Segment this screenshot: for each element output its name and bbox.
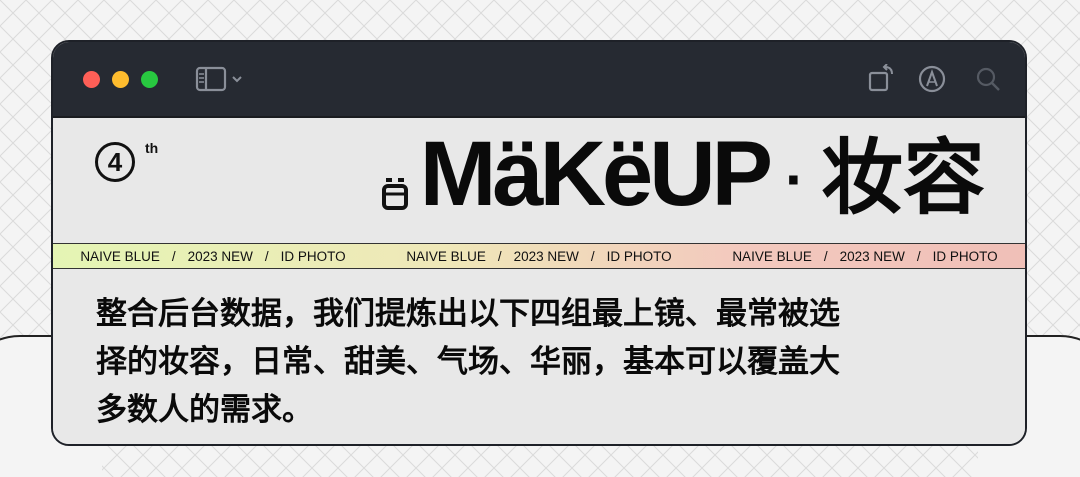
title-separator: · (785, 146, 805, 213)
description-text: 整合后台数据，我们提炼出以下四组最上镜、最常被选 择的妆容，日常、甜美、气场、华… (96, 290, 996, 434)
page-title: MäKëUP · 妆容 (380, 128, 985, 220)
cup-icon (381, 178, 408, 210)
ticker-year: 2023 NEW (187, 248, 253, 264)
rotate-icon[interactable] (865, 64, 897, 94)
ticker-banner: NAIVE BLUE / 2023 NEW / ID PHOTO NAIVE B… (53, 243, 1025, 269)
ticker-group: NAIVE BLUE / 2023 NEW / ID PHOTO (406, 249, 671, 264)
ticker-separator: / (916, 248, 921, 264)
ticker-year: 2023 NEW (513, 248, 579, 264)
description-line: 整合后台数据，我们提炼出以下四组最上镜、最常被选 (96, 296, 840, 332)
sidebar-icon[interactable] (195, 64, 247, 94)
ticker-separator: / (497, 248, 502, 264)
ticker-brand: NAIVE BLUE (732, 248, 812, 264)
markup-icon[interactable] (916, 64, 948, 94)
section-number-suffix: th (145, 140, 159, 156)
app-window: 4 th MäKëUP · 妆容 NAIVE BLUE / 2023 NEW /… (51, 40, 1027, 446)
ticker-separator: / (590, 248, 595, 264)
section-number-badge: 4 (95, 142, 135, 182)
title-english: MäKëUP (419, 123, 773, 225)
ticker-brand: NAIVE BLUE (80, 248, 160, 264)
ticker-group: NAIVE BLUE / 2023 NEW / ID PHOTO (732, 249, 997, 264)
ticker-separator: / (171, 248, 176, 264)
ticker-year: 2023 NEW (839, 248, 905, 264)
description-line: 多数人的需求。 (96, 392, 313, 428)
ticker-type: ID PHOTO (606, 248, 672, 264)
content-area: 4 th MäKëUP · 妆容 NAIVE BLUE / 2023 NEW /… (53, 118, 1025, 444)
title-bar (53, 42, 1025, 118)
ticker-type: ID PHOTO (932, 248, 998, 264)
close-button[interactable] (83, 71, 100, 88)
search-icon[interactable] (973, 64, 1005, 94)
ticker-brand: NAIVE BLUE (406, 248, 486, 264)
title-chinese: 妆容 (820, 131, 985, 226)
ticker-separator: / (823, 248, 828, 264)
ticker-separator: / (264, 248, 269, 264)
ticker-group: NAIVE BLUE / 2023 NEW / ID PHOTO (80, 249, 345, 264)
description-line: 择的妆容，日常、甜美、气场、华丽，基本可以覆盖大 (96, 344, 840, 380)
maximize-button[interactable] (141, 71, 158, 88)
minimize-button[interactable] (112, 71, 129, 88)
ticker-type: ID PHOTO (280, 248, 346, 264)
